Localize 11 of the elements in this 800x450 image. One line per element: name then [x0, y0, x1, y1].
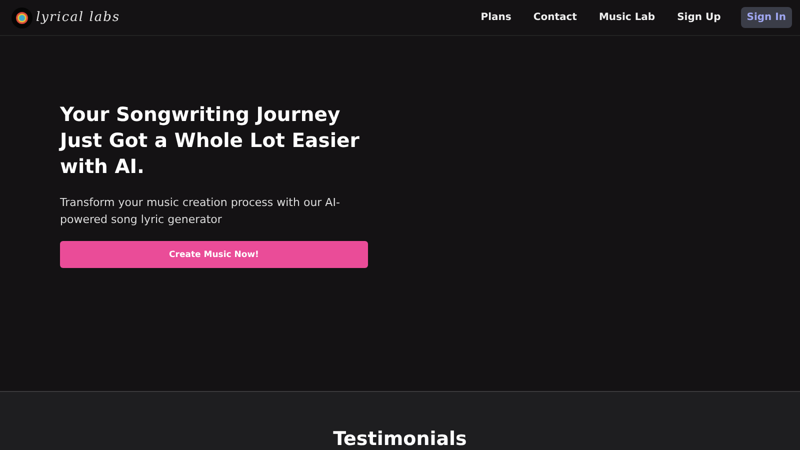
create-music-button[interactable]: Create Music Now!	[60, 241, 368, 268]
section-heading: Testimonials	[333, 428, 467, 450]
hero-subtitle: Transform your music creation process with our AI-powered song lyric generator	[60, 195, 341, 228]
logo-text[interactable]: lyrical labs	[36, 10, 120, 25]
nav-link[interactable]: Sign Up	[677, 12, 721, 23]
sign-in-button[interactable]: Sign In	[740, 7, 792, 28]
nav-link[interactable]: Contact	[533, 12, 577, 23]
hero-title: Your Songwriting Journey Just Got a Whole Lot Easier with AI.	[60, 102, 360, 180]
nav-link[interactable]: Plans	[480, 12, 512, 23]
nav-link[interactable]: Music Lab	[598, 12, 656, 23]
logo-icon	[11, 6, 33, 28]
